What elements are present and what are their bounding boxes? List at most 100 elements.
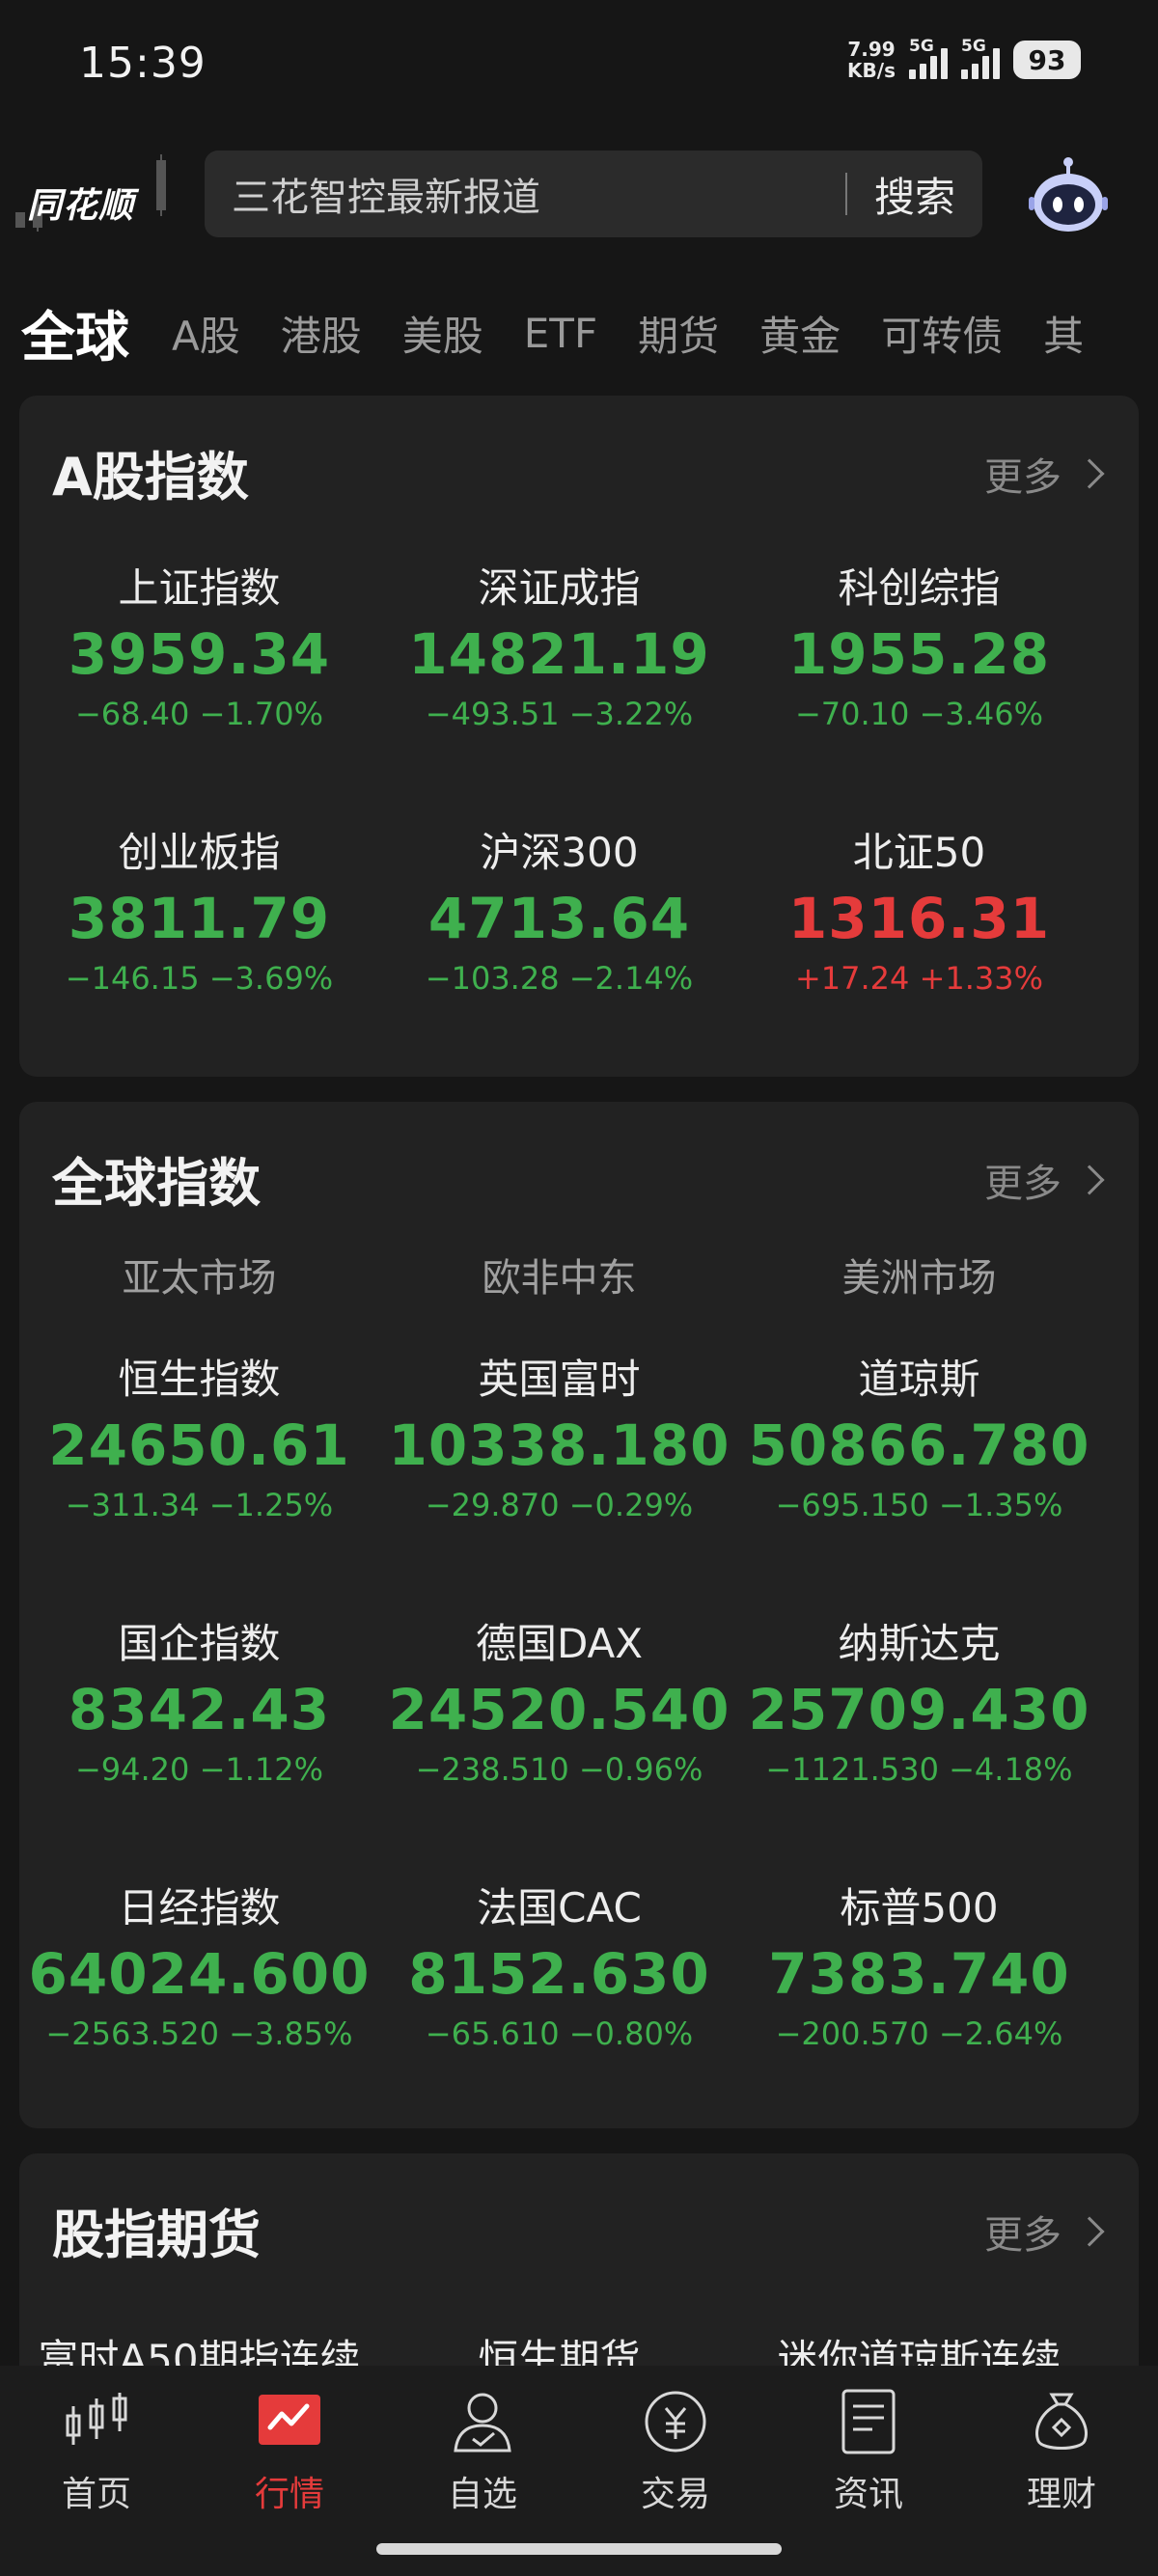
more-link[interactable]: 更多 xyxy=(984,2204,1105,2260)
change-percent: −1.35% xyxy=(938,1487,1063,1523)
index-cell[interactable]: 英国富时 10338.180 −29.870 −0.29% xyxy=(379,1353,739,1526)
index-value: 1316.31 xyxy=(787,886,1051,951)
index-change: −238.510 −0.96% xyxy=(379,1748,739,1791)
tab-global[interactable]: 全球 xyxy=(21,294,129,372)
tab-hk[interactable]: 港股 xyxy=(281,304,362,363)
change-amount: −65.610 xyxy=(425,2015,560,2052)
index-value: 24650.61 xyxy=(48,1412,350,1478)
nav-trade[interactable]: 交易 xyxy=(579,2385,772,2516)
more-link[interactable]: 更多 xyxy=(984,446,1105,502)
change-amount: −29.870 xyxy=(425,1487,560,1523)
change-amount: −146.15 xyxy=(65,960,200,997)
index-cell[interactable]: 上证指数 3959.34 −68.40 −1.70% xyxy=(19,562,379,735)
more-label: 更多 xyxy=(984,2213,1062,2258)
index-change: −311.34 −1.25% xyxy=(19,1484,379,1526)
index-cell[interactable]: 国企指数 8342.43 −94.20 −1.12% xyxy=(19,1617,379,1791)
nav-home[interactable]: 首页 xyxy=(0,2385,193,2516)
more-link[interactable]: 更多 xyxy=(984,1152,1105,1208)
index-name: 科创综指 xyxy=(838,564,1001,612)
index-change: −146.15 −3.69% xyxy=(19,957,379,1000)
index-cell[interactable]: 道琼斯 50866.780 −695.150 −1.35% xyxy=(739,1353,1099,1526)
index-name: 道琼斯 xyxy=(858,1356,980,1403)
change-percent: −2.64% xyxy=(938,2015,1063,2052)
nav-market[interactable]: 行情 xyxy=(193,2385,386,2516)
signal-bar xyxy=(941,48,948,79)
news-doc-icon xyxy=(841,2389,896,2454)
change-percent: −1.70% xyxy=(199,696,324,732)
region-emea: 欧非中东 xyxy=(482,1256,637,1301)
index-change: −103.28 −2.14% xyxy=(379,957,739,1000)
battery-level: 93 xyxy=(1028,43,1066,76)
network-speed: 7.99 KB/s xyxy=(847,39,896,81)
signal-icon-sim1: 5G xyxy=(909,37,948,79)
search-input[interactable]: 三花智控最新报道 xyxy=(205,166,845,222)
index-name: 法国CAC xyxy=(477,1884,642,1932)
signal-icon-sim2: 5G xyxy=(961,37,1000,79)
candlestick-icon xyxy=(66,2393,127,2445)
index-cell[interactable]: 北证50 1316.31 +17.24 +1.33% xyxy=(739,826,1099,1000)
index-change: −70.10 −3.46% xyxy=(739,693,1099,735)
change-amount: −70.10 xyxy=(794,696,910,732)
nav-wealth[interactable]: 理财 xyxy=(965,2385,1158,2516)
tab-a-share[interactable]: A股 xyxy=(172,304,240,363)
change-amount: −695.150 xyxy=(775,1487,929,1523)
index-cell[interactable]: 沪深300 4713.64 −103.28 −2.14% xyxy=(379,826,739,1000)
index-cell[interactable]: 科创综指 1955.28 −70.10 −3.46% xyxy=(739,562,1099,735)
change-percent: −2.14% xyxy=(568,960,694,997)
tab-us[interactable]: 美股 xyxy=(402,304,483,363)
index-cell[interactable]: 深证成指 14821.19 −493.51 −3.22% xyxy=(379,562,739,735)
index-value: 10338.180 xyxy=(388,1412,731,1478)
index-cell[interactable]: 法国CAC 8152.630 −65.610 −0.80% xyxy=(379,1881,739,2055)
index-value: 7383.740 xyxy=(768,1941,1070,2007)
index-cell[interactable]: 标普500 7383.740 −200.570 −2.64% xyxy=(739,1881,1099,2055)
tab-etf[interactable]: ETF xyxy=(524,310,597,357)
index-cell[interactable]: 德国DAX 24520.540 −238.510 −0.96% xyxy=(379,1617,739,1791)
tab-futures[interactable]: 期货 xyxy=(638,304,719,363)
change-percent: −0.80% xyxy=(568,2015,694,2052)
index-change: −2563.520 −3.85% xyxy=(19,2013,379,2055)
change-amount: +17.24 xyxy=(794,960,910,997)
index-cell[interactable]: 恒生指数 24650.61 −311.34 −1.25% xyxy=(19,1353,379,1526)
chevron-right-icon xyxy=(1074,2216,1105,2247)
index-change: −29.870 −0.29% xyxy=(379,1484,739,1526)
search-bar[interactable]: 三花智控最新报道 搜索 xyxy=(205,151,982,237)
index-cell[interactable]: 纳斯达克 25709.430 −1121.530 −4.18% xyxy=(739,1617,1099,1791)
tab-convertible[interactable]: 可转债 xyxy=(881,304,1003,363)
market-chart-icon xyxy=(259,2395,320,2445)
card-title: A股指数 xyxy=(52,447,249,507)
change-amount: −200.570 xyxy=(775,2015,929,2052)
change-amount: −68.40 xyxy=(74,696,190,732)
nav-label: 自选 xyxy=(447,2475,517,2514)
index-change: −68.40 −1.70% xyxy=(19,693,379,735)
nav-news[interactable]: 资讯 xyxy=(772,2385,965,2516)
tab-other[interactable]: 其 xyxy=(1043,304,1084,363)
home-indicator[interactable] xyxy=(376,2543,782,2555)
index-value: 8152.630 xyxy=(408,1941,710,2007)
status-icons: 7.99 KB/s 5G 5G 93 xyxy=(847,37,1081,81)
nav-watchlist[interactable]: 自选 xyxy=(386,2385,579,2516)
app-logo[interactable]: 同花顺 xyxy=(12,154,176,232)
index-change: −94.20 −1.12% xyxy=(19,1748,379,1791)
index-name: 国企指数 xyxy=(118,1620,281,1667)
index-change: −200.570 −2.64% xyxy=(739,2013,1099,2055)
index-change: −695.150 −1.35% xyxy=(739,1484,1099,1526)
change-amount: −94.20 xyxy=(74,1751,190,1788)
chevron-right-icon xyxy=(1074,458,1105,489)
change-percent: −3.69% xyxy=(208,960,334,997)
a-share-index-card: A股指数 更多 上证指数 3959.34 −68.40 −1.70% 深证成指 1482… xyxy=(19,396,1139,1077)
region-asia-pacific: 亚太市场 xyxy=(122,1256,277,1301)
change-percent: −3.85% xyxy=(229,2015,353,2052)
index-cell[interactable]: 日经指数 64024.600 −2563.520 −3.85% xyxy=(19,1881,379,2055)
card-title: 全球指数 xyxy=(52,1153,261,1214)
assistant-robot-icon[interactable] xyxy=(1027,154,1110,237)
signal-bar xyxy=(920,64,926,79)
search-button[interactable]: 搜索 xyxy=(847,165,982,224)
index-cell[interactable]: 创业板指 3811.79 −146.15 −3.69% xyxy=(19,826,379,1000)
index-value: 8342.43 xyxy=(68,1677,331,1742)
tab-gold[interactable]: 黄金 xyxy=(759,304,841,363)
app-header: 同花顺 三花智控最新报道 搜索 xyxy=(0,145,1158,241)
status-bar: 15:39 7.99 KB/s 5G 5G 93 xyxy=(0,0,1158,135)
signal-bar xyxy=(909,69,916,79)
change-percent: −3.46% xyxy=(919,696,1044,732)
index-value: 1955.28 xyxy=(787,621,1051,687)
